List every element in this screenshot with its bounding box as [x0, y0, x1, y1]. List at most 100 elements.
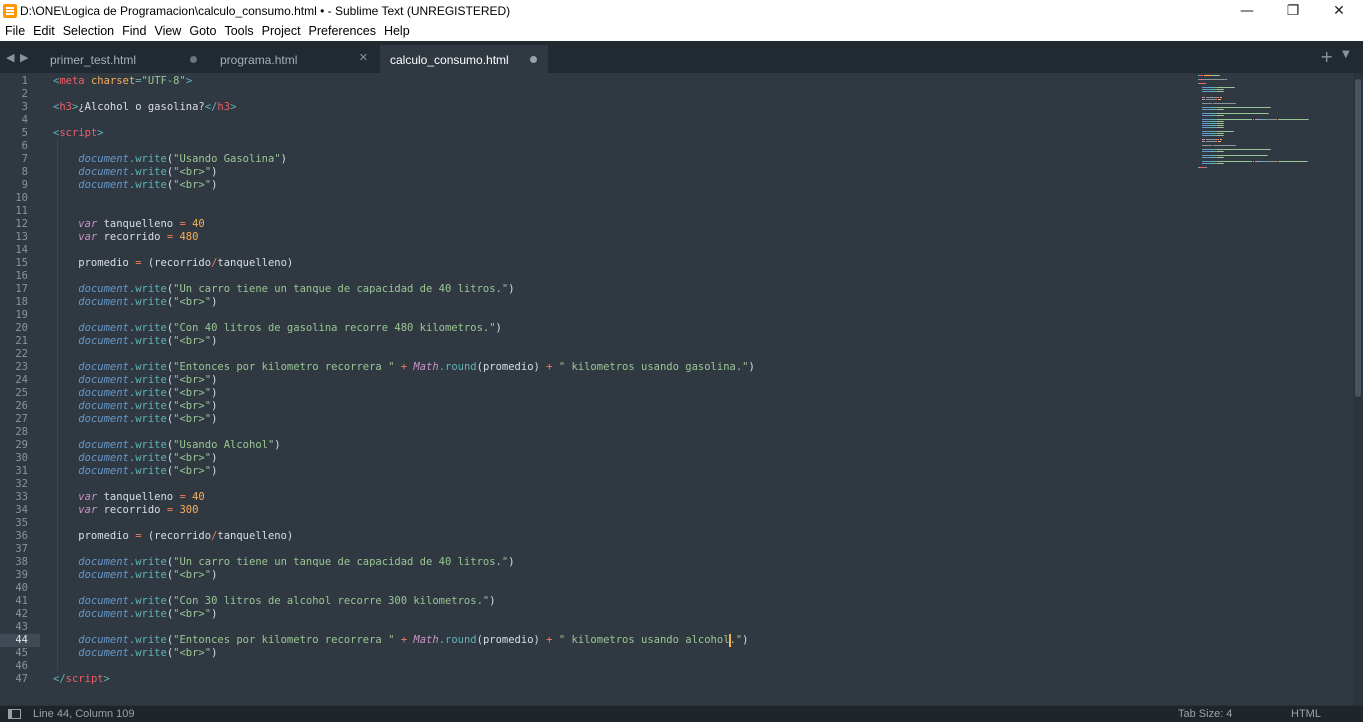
code-line[interactable]: document.write("Usando Alcohol") [53, 439, 280, 452]
panel-toggle-icon[interactable] [8, 709, 21, 719]
code-line[interactable]: document.write("Con 30 litros de alcohol… [53, 595, 495, 608]
unsaved-dot-icon[interactable] [530, 56, 537, 63]
code-line[interactable]: document.write("<br>") [53, 179, 217, 192]
cursor-position[interactable]: Line 44, Column 109 [33, 708, 135, 720]
minimap-mark [1223, 109, 1224, 110]
minimap-mark [1270, 149, 1271, 150]
code-line[interactable]: document.write("<br>") [53, 400, 217, 413]
tab-primer-test[interactable]: primer_test.html [40, 45, 208, 73]
code-line[interactable]: document.write("Entonces por kilometro r… [53, 634, 748, 647]
code-token: var [78, 218, 98, 230]
minimap-mark [1211, 145, 1212, 146]
vertical-scrollbar[interactable] [1353, 73, 1363, 705]
menu-file[interactable]: File [4, 24, 31, 38]
code-line[interactable]: </script> [53, 673, 110, 686]
line-number: 40 [15, 582, 28, 594]
line-number: 41 [15, 595, 28, 607]
code-line[interactable]: document.write("<br>") [53, 335, 217, 348]
code-line[interactable]: document.write("Usando Gasolina") [53, 153, 287, 166]
menu-preferences[interactable]: Preferences [308, 24, 382, 38]
minimap-mark [1223, 127, 1224, 128]
code-line[interactable]: document.write("<br>") [53, 608, 217, 621]
code-token: "<br>" [173, 465, 212, 477]
new-tab-icon[interactable]: + [1320, 47, 1333, 66]
code-line[interactable]: var tanquelleno = 40 [53, 491, 204, 504]
code-line[interactable]: document.write("Un carro tiene un tanque… [53, 283, 515, 296]
code-line[interactable]: document.write("<br>") [53, 413, 217, 426]
maximize-button[interactable]: ❐ [1270, 0, 1316, 21]
code-token: " kilometros usando alcohol." [558, 634, 743, 646]
code-line[interactable]: <h3>¿Alcohol o gasolina?</h3> [53, 101, 236, 114]
syntax-indicator[interactable]: HTML [1291, 708, 1321, 720]
text-caret [729, 634, 732, 647]
minimap-mark [1202, 103, 1211, 104]
code-area[interactable]: <meta charset="UTF-8"> <h3>¿Alcohol o gas… [53, 73, 1193, 705]
code-token: write [135, 179, 167, 191]
code-line[interactable]: var tanquelleno = 40 [53, 218, 204, 231]
code-line[interactable]: document.write("<br>") [53, 387, 217, 400]
code-line[interactable]: document.write("Con 40 litros de gasolin… [53, 322, 502, 335]
menu-find[interactable]: Find [121, 24, 152, 38]
minimap-mark [1202, 135, 1210, 136]
close-tab-icon[interactable]: ✕ [359, 51, 368, 64]
tab-scroll-right-icon[interactable]: ▶ [20, 51, 28, 64]
code-token: ) [211, 413, 218, 425]
code-editor[interactable]: 1 2 3 4 5 6 7 8 9 10 11 12 13 14 15 16 17 18 19 20 21 22 23 24 2… [0, 73, 1363, 705]
code-line[interactable]: <script> [53, 127, 104, 140]
menu-edit[interactable]: Edit [32, 24, 61, 38]
code-line[interactable]: document.write("Entonces por kilometro r… [53, 361, 755, 374]
window-title: D:\ONE\Logica de Programacion\calculo_co… [20, 3, 511, 18]
code-line[interactable]: document.write("<br>") [53, 569, 217, 582]
code-line[interactable]: document.write("<br>") [53, 374, 217, 387]
code-line[interactable]: document.write("<br>") [53, 452, 217, 465]
minimap-mark [1213, 103, 1223, 104]
minimap[interactable] [1198, 73, 1348, 173]
line-number: 26 [15, 400, 28, 412]
code-line[interactable]: var recorrido = 300 [53, 504, 198, 517]
unsaved-dot-icon[interactable] [190, 56, 197, 63]
code-token: document [78, 647, 129, 659]
code-line[interactable]: document.write("Un carro tiene un tanque… [53, 556, 514, 569]
line-number: 21 [15, 335, 28, 347]
menu-goto[interactable]: Goto [188, 24, 222, 38]
code-token: ) [508, 283, 515, 295]
code-line[interactable]: promedio = (recorrido/tanquelleno) [53, 257, 293, 270]
code-line[interactable]: document.write("<br>") [53, 465, 217, 478]
minimap-mark [1216, 141, 1217, 142]
tab-programa[interactable]: programa.html ✕ [210, 45, 378, 73]
code-token: ) [211, 296, 218, 308]
minimize-button[interactable]: — [1224, 0, 1270, 21]
menu-tools[interactable]: Tools [223, 24, 259, 38]
code-token: var [78, 504, 98, 516]
line-number: 13 [15, 231, 28, 243]
code-token: script [65, 673, 104, 685]
tab-calculo-consumo[interactable]: calculo_consumo.html [380, 45, 548, 73]
minimap-mark [1276, 161, 1277, 162]
code-line[interactable]: document.write("<br>") [53, 296, 217, 309]
line-number: 42 [15, 608, 28, 620]
code-line[interactable]: document.write("<br>") [53, 166, 217, 179]
code-token: document [78, 634, 129, 646]
code-token: round [445, 361, 477, 373]
close-window-button[interactable]: ✕ [1316, 0, 1362, 21]
tab-size-indicator[interactable]: Tab Size: 4 [1178, 708, 1232, 720]
line-number: 30 [15, 452, 28, 464]
minimap-mark [1218, 99, 1221, 100]
code-line[interactable]: <meta charset="UTF-8"> [53, 75, 192, 88]
scrollbar-thumb[interactable] [1355, 79, 1361, 397]
code-token: charset [90, 75, 136, 87]
tab-list-dropdown-icon[interactable]: ▼ [1342, 49, 1350, 60]
code-line[interactable]: document.write("<br>") [53, 647, 217, 660]
menu-selection[interactable]: Selection [62, 24, 120, 38]
code-token: write [135, 283, 167, 295]
minimap-mark [1216, 99, 1217, 100]
menu-project[interactable]: Project [261, 24, 307, 38]
tab-scroll-left-icon[interactable]: ◀ [6, 51, 14, 64]
code-line[interactable]: promedio = (recorrido/tanquelleno) [53, 530, 293, 543]
code-token: promedio [53, 257, 136, 269]
menu-view[interactable]: View [153, 24, 187, 38]
minimap-mark [1217, 155, 1267, 156]
code-token: recorrido [97, 504, 167, 516]
menu-help[interactable]: Help [383, 24, 416, 38]
code-line[interactable]: var recorrido = 480 [53, 231, 198, 244]
